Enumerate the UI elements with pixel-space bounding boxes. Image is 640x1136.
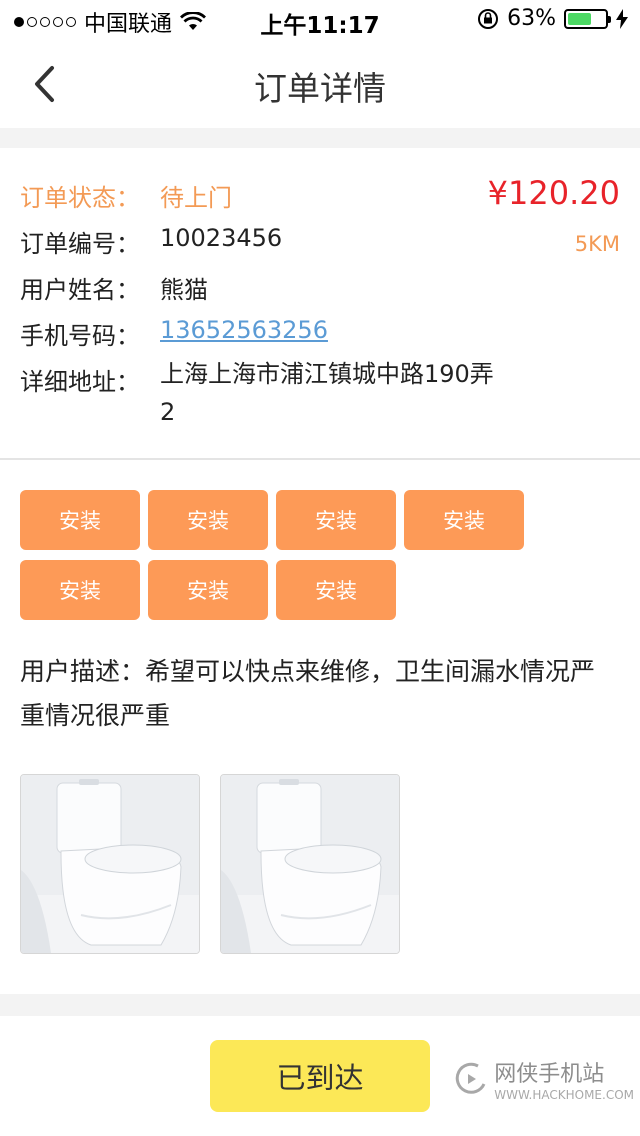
user-name-row: 用户姓名： 熊猫 [20, 270, 208, 305]
service-tag[interactable]: 安装 [20, 560, 140, 620]
arrived-button[interactable]: 已到达 [210, 1040, 430, 1112]
nav-bar: 订单详情 [0, 40, 640, 128]
page-title: 订单详情 [254, 69, 386, 108]
address-value: 上海上海市浦江镇城中路190弄2 [160, 360, 494, 426]
address-label: 详细地址： [20, 368, 140, 396]
watermark-logo-icon [456, 1062, 486, 1094]
orientation-lock-icon [478, 8, 499, 29]
service-tag[interactable]: 安装 [276, 490, 396, 550]
watermark: 网侠手机站 WWW.HACKHOME.COM [454, 1056, 634, 1102]
toilet-icon [221, 775, 399, 953]
phone-link[interactable]: 13652563256 [160, 316, 328, 344]
toilet-photo[interactable] [20, 774, 200, 954]
photo-list [20, 774, 400, 954]
watermark-en: WWW.HACKHOME.COM [494, 1088, 634, 1102]
divider [0, 458, 640, 460]
order-status-row: 订单状态： 待上门 [20, 178, 232, 213]
user-description: 用户描述：希望可以快点来维修，卫生间漏水情况严重情况很严重 [20, 650, 620, 738]
section-separator [0, 994, 640, 1016]
toilet-icon [21, 775, 199, 953]
order-price: ¥120.20 [487, 174, 620, 212]
user-name-label: 用户姓名： [20, 276, 140, 304]
charging-bolt-icon [616, 8, 628, 29]
phone-label: 手机号码： [20, 322, 140, 350]
address-row: 详细地址： 上海上海市浦江镇城中路190弄2 [20, 360, 500, 431]
service-tag[interactable]: 安装 [276, 560, 396, 620]
service-tag[interactable]: 安装 [404, 490, 524, 550]
service-tag[interactable]: 安装 [148, 490, 268, 550]
order-info-card: 订单状态： 待上门 ¥120.20 5KM 订单编号： 10023456 用户姓名：… [0, 148, 640, 458]
battery-percent: 63% [507, 6, 556, 31]
bottom-action-bar: 已到达 网侠手机站 WWW.HACKHOME.COM [0, 1016, 640, 1136]
service-tags: 安装 安装 安装 安装 安装 安装 安装 [20, 490, 540, 620]
order-number-label: 订单编号： [20, 230, 140, 258]
battery-icon [564, 8, 611, 29]
watermark-text: 网侠手机站 WWW.HACKHOME.COM [494, 1056, 634, 1102]
status-right: 63% [477, 6, 628, 31]
status-bar: 中国联通 上午11:17 63% [0, 0, 640, 40]
watermark-cn: 网侠手机站 [494, 1062, 605, 1087]
service-tag[interactable]: 安装 [148, 560, 268, 620]
service-tag[interactable]: 安装 [20, 490, 140, 550]
user-name-value: 熊猫 [160, 276, 208, 304]
order-number-row: 订单编号： 10023456 [20, 224, 282, 259]
order-status-value: 待上门 [160, 184, 232, 212]
section-separator [0, 128, 640, 148]
phone-row: 手机号码： 13652563256 [20, 316, 328, 351]
battery-level [568, 12, 591, 25]
order-number-value: 10023456 [160, 224, 283, 252]
description-label: 用户描述： [20, 657, 146, 686]
toilet-photo[interactable] [220, 774, 400, 954]
order-distance: 5KM [574, 232, 620, 256]
order-status-label: 订单状态： [20, 184, 140, 212]
